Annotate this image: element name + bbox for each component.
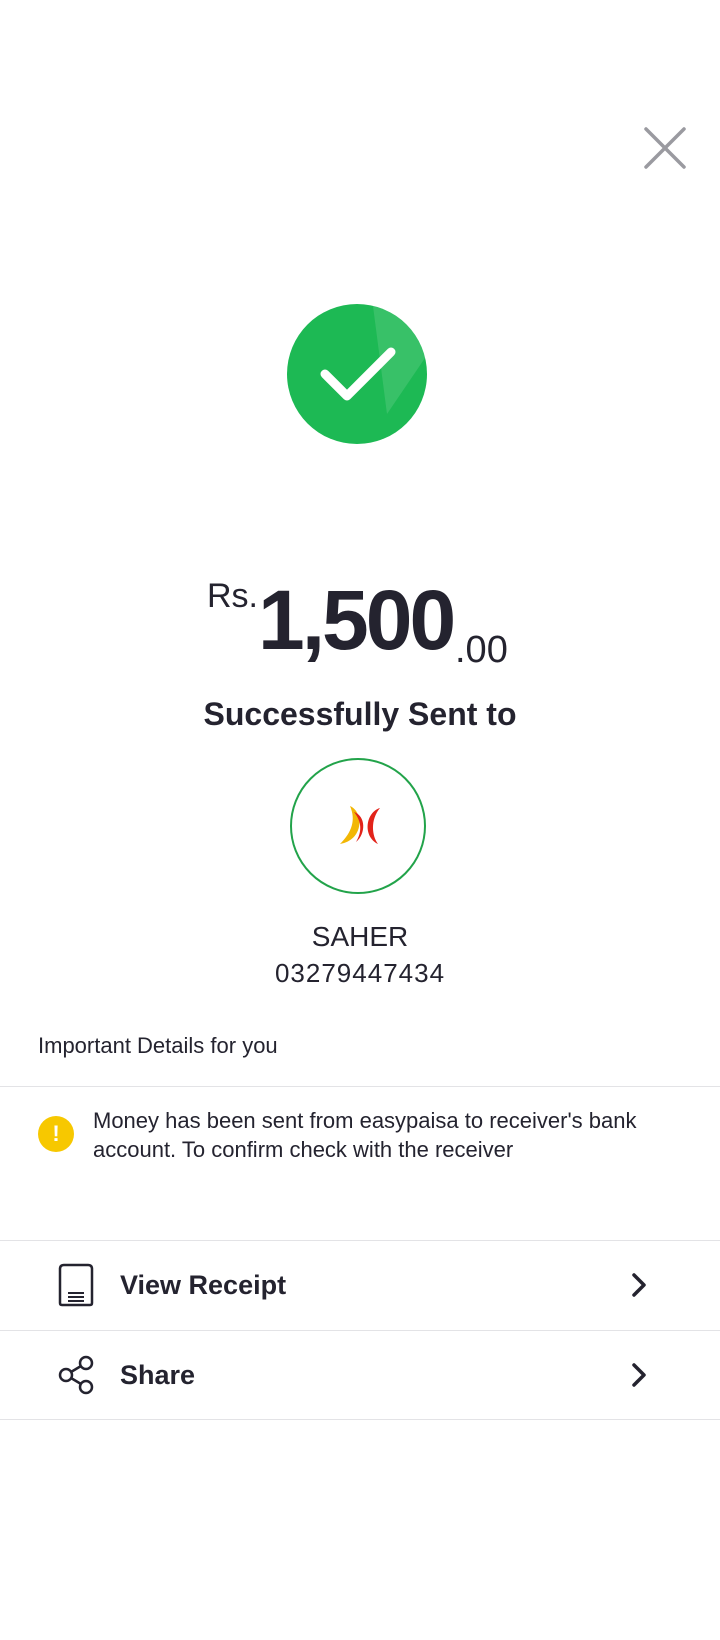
share-label: Share xyxy=(120,1360,196,1390)
close-button[interactable] xyxy=(642,125,688,171)
bank-logo-icon xyxy=(340,806,380,844)
amount-currency: Rs. xyxy=(207,577,258,615)
receipt-icon xyxy=(58,1263,94,1307)
warning-icon: ! xyxy=(38,1116,74,1152)
amount-decimal: .00 xyxy=(455,629,508,671)
recipient-name: SAHER xyxy=(311,921,409,952)
view-receipt-row[interactable]: View Receipt xyxy=(0,1241,720,1329)
check-circle-icon xyxy=(287,304,427,444)
recipient-avatar xyxy=(290,758,426,894)
close-icon xyxy=(644,127,686,169)
share-row[interactable]: Share xyxy=(0,1331,720,1419)
amount-display: Rs. 1,500 .00 xyxy=(0,570,720,680)
chevron-right-icon xyxy=(632,1273,646,1297)
divider xyxy=(0,1419,720,1420)
success-badge xyxy=(287,304,427,444)
notice-text: Money has been sent from easypaisa to re… xyxy=(93,1108,637,1162)
recipient-number: 03279447434 xyxy=(274,958,446,988)
chevron-right-icon xyxy=(632,1363,646,1387)
divider xyxy=(0,1086,720,1087)
success-message: Successfully Sent to xyxy=(203,696,517,732)
view-receipt-label: View Receipt xyxy=(120,1270,287,1300)
share-icon xyxy=(58,1355,94,1395)
amount-value: 1,500 xyxy=(258,573,456,667)
details-heading: Important Details for you xyxy=(38,1033,278,1058)
